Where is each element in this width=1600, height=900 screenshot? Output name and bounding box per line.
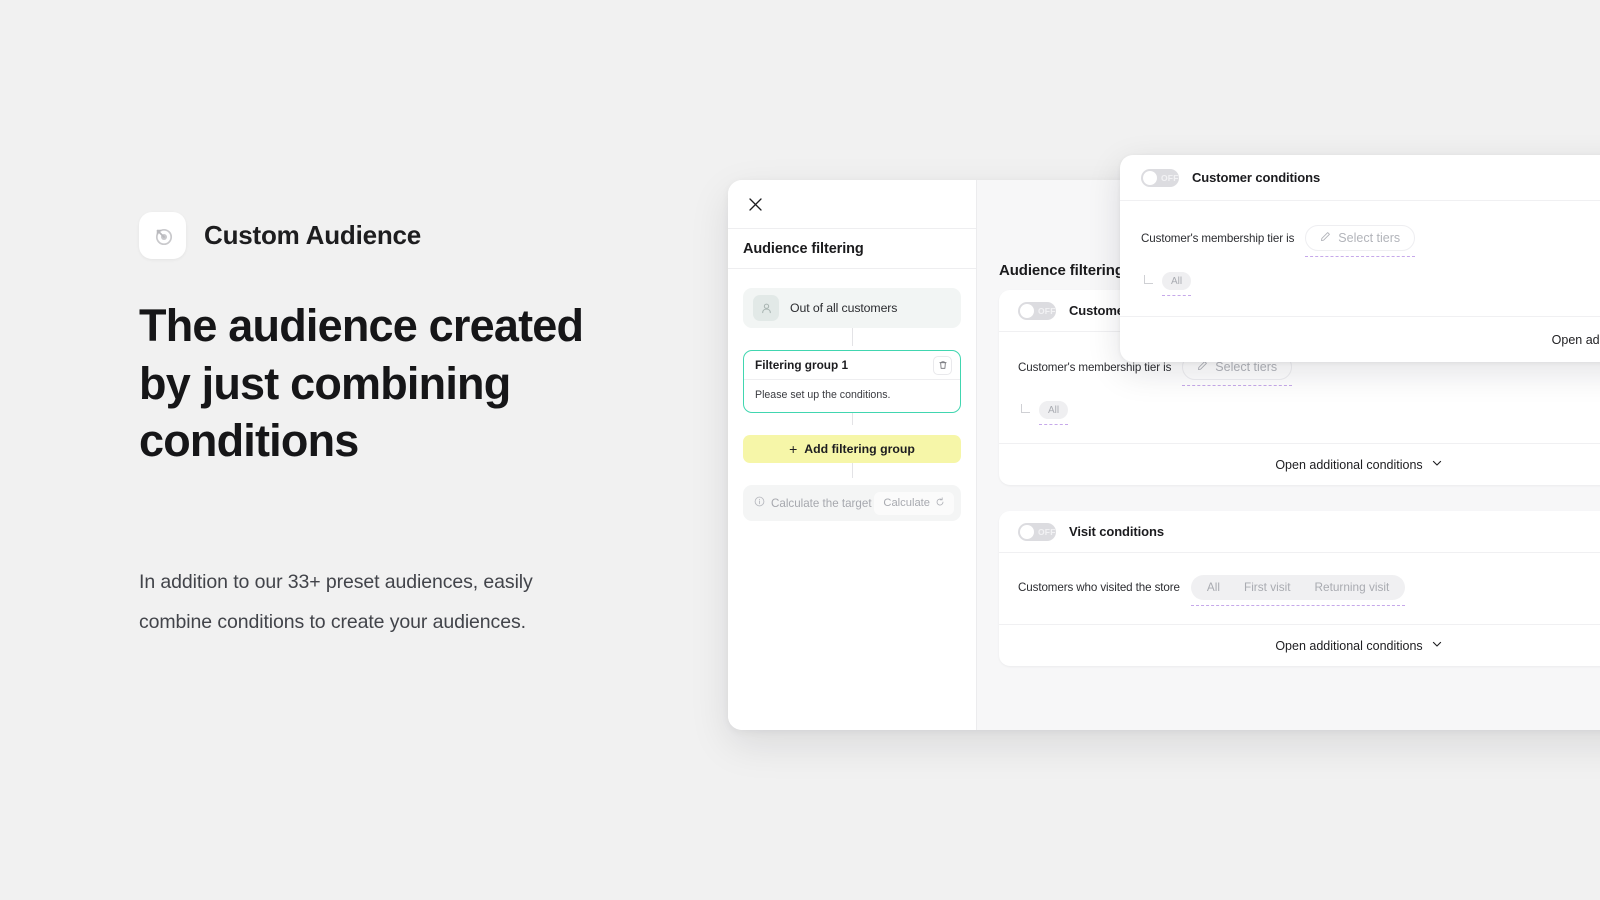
overlay-tier-chip-wrap: All [1162, 272, 1192, 296]
chevron-down-icon [1431, 457, 1443, 472]
segment-all[interactable]: All [1195, 575, 1232, 600]
visit-conditions-title: Visit conditions [1069, 524, 1164, 539]
membership-tier-subrow: All [1018, 401, 1600, 425]
visited-store-row: Customers who visited the store All Firs… [1018, 575, 1600, 606]
segment-returning-visit[interactable]: Returning visit [1303, 575, 1402, 600]
audience-filtering-sidebar: Audience filtering Out of all customers … [728, 180, 977, 730]
overlay-open-additional-conditions-label: Open additional conditions [1551, 332, 1600, 347]
pencil-icon [1320, 231, 1331, 245]
refresh-icon [935, 496, 945, 510]
calculate-target-row: Calculate the target Calculate [743, 485, 961, 521]
filtering-group-empty-message: Please set up the conditions. [755, 389, 891, 401]
visit-conditions-card: OFF Visit conditions Customers who visit… [999, 511, 1600, 666]
calculate-button-label: Calculate [883, 497, 930, 509]
overlay-open-additional-conditions[interactable]: Open additional conditions [1120, 316, 1600, 362]
overlay-title: Customer conditions [1192, 170, 1321, 185]
hero-section: Custom Audience The audience created by … [139, 212, 659, 643]
out-of-all-customers-card[interactable]: Out of all customers [743, 288, 961, 328]
branch-connector-icon [1144, 274, 1153, 284]
sidebar-topbar [728, 180, 976, 229]
target-arrow-icon [139, 212, 186, 259]
visited-store-label: Customers who visited the store [1018, 581, 1180, 594]
visit-segmented-control[interactable]: All First visit Returning visit [1190, 575, 1406, 600]
open-additional-conditions-visit[interactable]: Open additional conditions [999, 624, 1600, 666]
overlay-customer-conditions-toggle[interactable]: OFF [1141, 168, 1179, 187]
plus-icon: + [789, 440, 798, 457]
calculate-target-info: Calculate the target [754, 496, 872, 510]
tier-all-chip[interactable]: All [1039, 401, 1069, 419]
open-additional-conditions-customer[interactable]: Open additional conditions [999, 443, 1600, 485]
overlay-body: Customer's membership tier is Select tie… [1120, 201, 1600, 316]
out-of-all-customers-label: Out of all customers [790, 301, 898, 315]
add-filtering-group-button[interactable]: + Add filtering group [743, 435, 961, 463]
visit-segmented-wrap: All First visit Returning visit [1190, 575, 1406, 606]
customer-conditions-toggle[interactable]: OFF [1018, 301, 1056, 320]
info-circle-icon [754, 496, 765, 510]
toggle-knob [1020, 524, 1034, 539]
calculate-button[interactable]: Calculate [874, 491, 954, 515]
tier-chip-wrap: All [1039, 401, 1069, 425]
toggle-state-label: OFF [1161, 172, 1179, 183]
hero-description: In addition to our 33+ preset audiences,… [139, 570, 533, 634]
hero-headline: The audience created by just combining c… [139, 300, 584, 467]
membership-tier-label: Customer's membership tier is [1018, 360, 1172, 374]
hero-badge-row: Custom Audience [139, 212, 659, 259]
calculate-target-label: Calculate the target [771, 496, 872, 510]
overlay-select-tiers-label: Select tiers [1338, 231, 1401, 245]
segment-first-visit[interactable]: First visit [1232, 575, 1303, 600]
branch-connector-icon [1021, 403, 1030, 413]
overlay-select-tiers-button[interactable]: Select tiers [1305, 225, 1416, 251]
overlay-membership-tier-label: Customer's membership tier is [1141, 231, 1295, 245]
add-filtering-group-label: Add filtering group [804, 442, 915, 456]
toggle-knob [1143, 170, 1157, 185]
close-icon[interactable] [742, 191, 768, 217]
toggle-state-label: OFF [1038, 526, 1056, 537]
overlay-header: OFF Customer conditions [1120, 155, 1600, 201]
visit-conditions-body: Customers who visited the store All Firs… [999, 553, 1600, 624]
trash-icon[interactable] [933, 355, 952, 375]
visit-conditions-toggle[interactable]: OFF [1018, 522, 1056, 541]
sidebar-heading: Audience filtering [728, 229, 976, 269]
customer-conditions-overlay-card: OFF Customer conditions Customer's membe… [1120, 155, 1600, 362]
filtering-flow: Out of all customers Filtering group 1 P… [728, 269, 976, 521]
overlay-membership-tier-row: Customer's membership tier is Select tie… [1141, 225, 1600, 257]
overlay-select-tiers-wrap: Select tiers [1305, 225, 1416, 257]
filtering-group-header: Filtering group 1 [744, 351, 960, 380]
chevron-down-icon [1431, 638, 1443, 653]
conditions-pane-heading: Audience filtering C [999, 262, 1139, 279]
overlay-tier-subrow: All [1141, 272, 1600, 296]
toggle-state-label: OFF [1038, 305, 1056, 316]
person-icon [753, 295, 779, 321]
open-additional-conditions-label: Open additional conditions [1275, 457, 1423, 472]
select-tiers-label: Select tiers [1215, 360, 1278, 374]
pencil-icon [1197, 360, 1208, 374]
filtering-group-card[interactable]: Filtering group 1 Please set up the cond… [743, 350, 961, 413]
page-title: Custom Audience [204, 220, 422, 250]
overlay-tier-all-chip[interactable]: All [1162, 272, 1192, 290]
toggle-knob [1020, 303, 1034, 318]
filtering-group-title: Filtering group 1 [755, 358, 849, 372]
visit-conditions-header: OFF Visit conditions [999, 511, 1600, 553]
open-additional-conditions-label: Open additional conditions [1275, 638, 1423, 653]
